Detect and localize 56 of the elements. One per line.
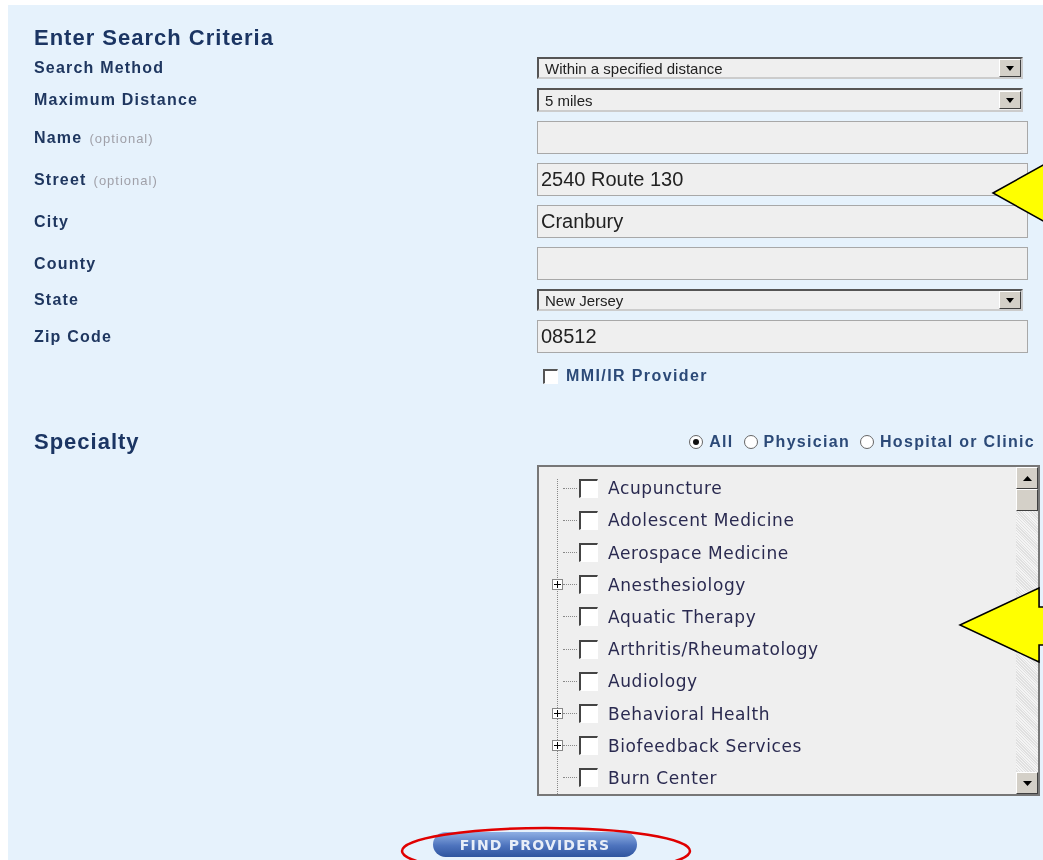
tree-item-label[interactable]: Arthritis/Rheumatology bbox=[608, 639, 819, 660]
field-label: State bbox=[34, 291, 80, 309]
tree-item-label[interactable]: Burn Center bbox=[608, 767, 718, 788]
dropdown-field[interactable]: 5 miles bbox=[537, 88, 1023, 112]
radio-label: Hospital or Clinic bbox=[880, 433, 1035, 451]
field-label: City bbox=[34, 212, 70, 231]
checkbox[interactable] bbox=[579, 575, 598, 595]
text-field[interactable]: 08512 bbox=[537, 320, 1028, 353]
find-providers-button[interactable]: FIND PROVIDERS bbox=[433, 832, 637, 857]
checkbox[interactable] bbox=[579, 736, 598, 756]
optional-hint: (optional) bbox=[93, 172, 158, 188]
checkbox[interactable] bbox=[543, 368, 558, 384]
checkbox[interactable] bbox=[579, 543, 598, 562]
section-heading: Enter Search Criteria bbox=[34, 25, 275, 51]
tree-item-label[interactable]: Adolescent Medicine bbox=[608, 510, 795, 531]
field-label: County bbox=[34, 254, 97, 273]
tree-item-label[interactable]: Audiology bbox=[608, 671, 698, 692]
field-label: Zip Code bbox=[34, 327, 113, 346]
scroll-down-icon[interactable] bbox=[1016, 772, 1038, 794]
tree-item-label[interactable]: Aerospace Medicine bbox=[608, 542, 789, 563]
checkbox[interactable] bbox=[579, 510, 598, 530]
expand-plus-icon[interactable] bbox=[552, 740, 563, 752]
tree-item-label[interactable]: Aquatic Therapy bbox=[608, 606, 757, 627]
field-label: Name bbox=[34, 128, 83, 147]
checkbox[interactable] bbox=[579, 478, 598, 498]
checkbox[interactable] bbox=[579, 671, 598, 691]
field-label: Maximum Distance bbox=[34, 91, 199, 109]
optional-hint: (optional) bbox=[89, 130, 154, 146]
checkbox[interactable] bbox=[579, 704, 598, 723]
checkbox-label: MMI/IR Provider bbox=[566, 367, 708, 385]
text-field[interactable] bbox=[537, 121, 1028, 154]
section-heading: Specialty bbox=[34, 429, 140, 455]
checkbox[interactable] bbox=[579, 768, 598, 788]
dropdown-field[interactable]: New Jersey bbox=[537, 289, 1023, 311]
text-field[interactable] bbox=[537, 247, 1028, 280]
radio-label: All bbox=[709, 433, 734, 451]
expand-plus-icon[interactable] bbox=[552, 708, 563, 719]
radio-button[interactable] bbox=[743, 435, 758, 449]
field-label: Search Method bbox=[34, 59, 165, 77]
tree-item-label[interactable]: Biofeedback Services bbox=[608, 735, 802, 756]
tree-item-label[interactable]: Anesthesiology bbox=[608, 574, 746, 595]
scrollbar-thumb[interactable] bbox=[1016, 489, 1038, 511]
expand-plus-icon[interactable] bbox=[552, 579, 563, 591]
tree-item-label[interactable]: Behavioral Health bbox=[608, 703, 771, 724]
dropdown-field[interactable]: Within a specified distance bbox=[537, 57, 1023, 79]
radio-button[interactable] bbox=[860, 435, 874, 449]
checkbox[interactable] bbox=[579, 639, 598, 659]
radio-button[interactable] bbox=[689, 435, 704, 449]
callout-arrow bbox=[991, 162, 1043, 224]
tree-item-label[interactable]: Acupuncture bbox=[608, 478, 723, 499]
text-field[interactable]: Cranbury bbox=[537, 205, 1028, 238]
text-field[interactable]: 2540 Route 130 bbox=[537, 163, 1028, 196]
radio-label: Physician bbox=[763, 433, 850, 451]
field-label: Street bbox=[34, 170, 87, 189]
checkbox[interactable] bbox=[579, 607, 598, 627]
scroll-up-icon[interactable] bbox=[1016, 467, 1038, 489]
